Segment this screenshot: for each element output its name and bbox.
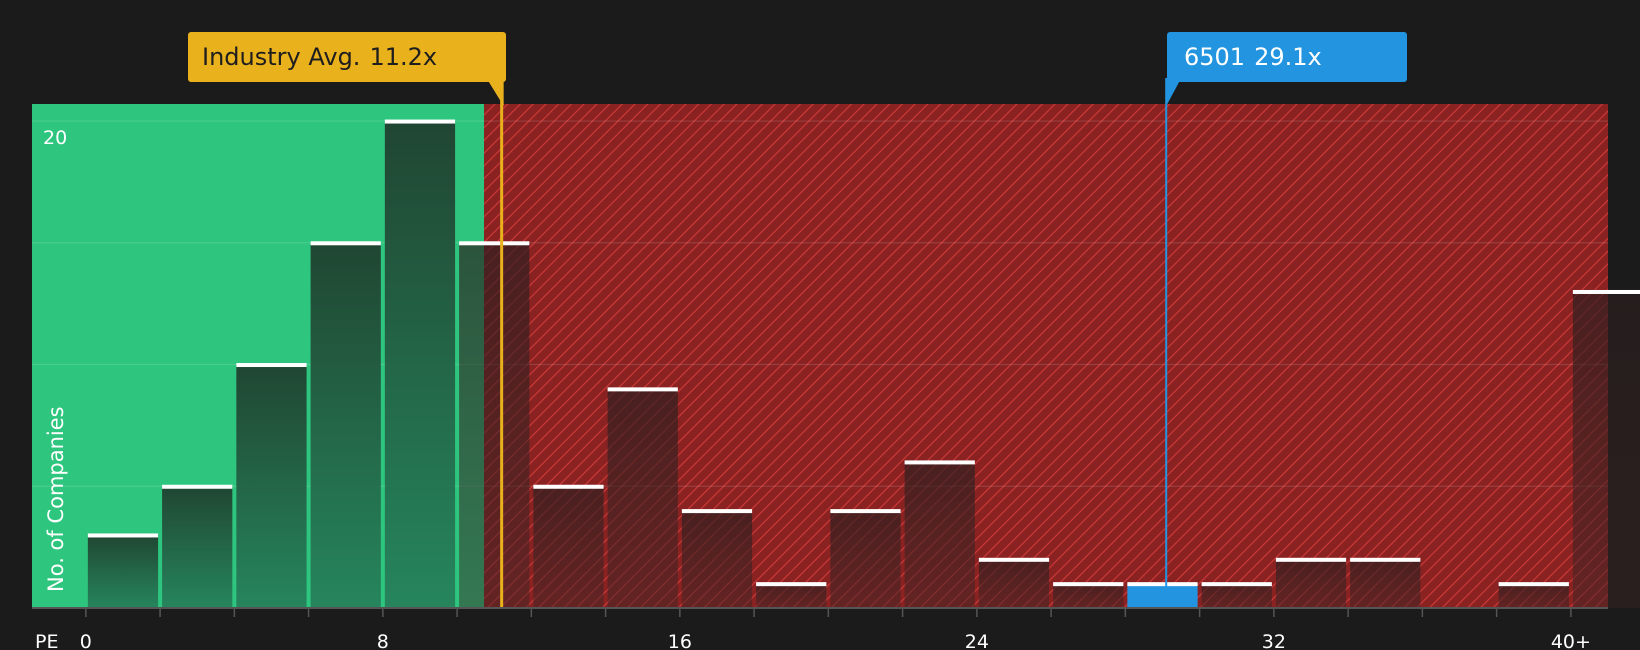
histogram-bar: [830, 510, 901, 608]
histogram-bar-cap: [1053, 582, 1124, 587]
x-tick-label: 16: [668, 631, 692, 650]
histogram-bar: [681, 510, 753, 608]
x-tick-label: 32: [1262, 631, 1286, 650]
company-pe-pointer: [1166, 80, 1181, 106]
histogram-bar-cap: [236, 363, 307, 368]
histogram-bar: [1275, 559, 1347, 608]
histogram-bar: [236, 364, 307, 608]
histogram-bar: [978, 559, 1050, 608]
histogram-bar: [1572, 291, 1640, 608]
histogram-bar-cap: [1350, 557, 1421, 562]
histogram-bar: [1350, 559, 1421, 608]
histogram-bar: [904, 461, 975, 608]
histogram-bar: [162, 486, 233, 608]
histogram-bar-cap: [310, 241, 381, 246]
histogram-bar: [310, 242, 381, 609]
histogram-bar-cap: [1275, 557, 1347, 562]
y-axis-label: No. of Companies: [44, 406, 68, 592]
histogram-bar: [459, 242, 530, 609]
histogram-bar-cap: [756, 582, 827, 587]
histogram-bar-cap: [681, 509, 753, 514]
histogram-bar-cap: [1201, 582, 1272, 587]
pe-histogram-chart: 0 8 16 24 32 40+ PE 20 No. of Companies: [32, 70, 1640, 650]
histogram-bar-cap: [978, 557, 1050, 562]
histogram-bar-cap: [162, 484, 233, 489]
histogram-bar: [1053, 583, 1124, 608]
x-tick-label: 24: [965, 631, 989, 650]
histogram-bar-cap: [533, 484, 604, 489]
histogram-bar: [1498, 583, 1569, 608]
industry-average-pointer: [487, 80, 504, 106]
x-tick-label: 40+: [1551, 631, 1591, 650]
histogram-bar: [1127, 583, 1198, 608]
x-tick-label: 0: [80, 631, 92, 650]
histogram-bar-cap: [384, 119, 456, 124]
histogram-bar: [607, 388, 678, 608]
histogram-bar-cap: [1127, 582, 1198, 587]
x-tick-label: 8: [377, 631, 389, 650]
histogram-bar-cap: [830, 509, 901, 514]
histogram-bar-cap: [1572, 289, 1640, 294]
x-axis-label: PE: [35, 631, 58, 650]
histogram-bar: [384, 121, 456, 608]
histogram-bar-cap: [459, 241, 530, 246]
histogram-bar: [1201, 583, 1272, 608]
histogram-bar: [87, 534, 159, 608]
histogram-bar: [756, 583, 827, 608]
y-tick-label: 20: [43, 127, 67, 149]
histogram-bar-cap: [87, 533, 159, 538]
histogram-bar: [533, 486, 604, 608]
histogram-bar-cap: [1498, 582, 1569, 587]
histogram-bar-cap: [607, 387, 678, 392]
histogram-bar-cap: [904, 460, 975, 465]
